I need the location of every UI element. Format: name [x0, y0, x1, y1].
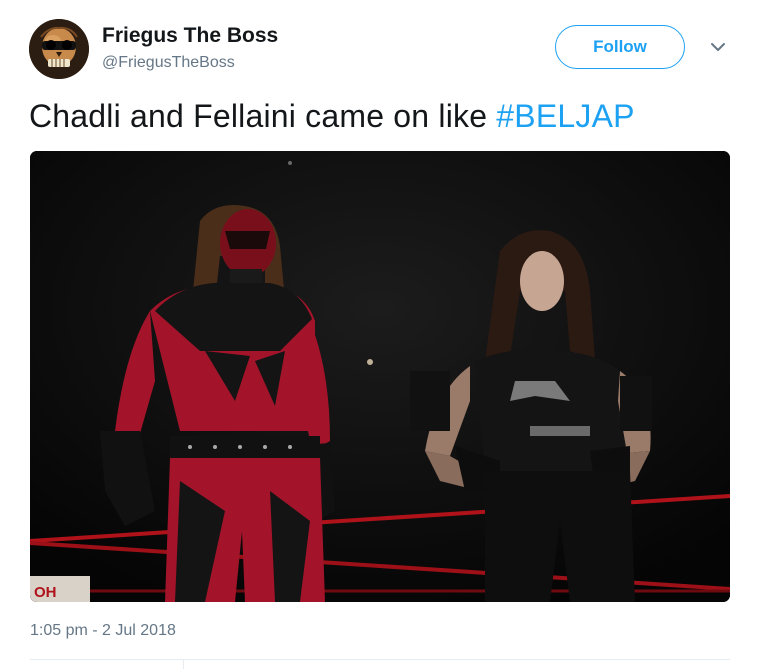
author-avatar[interactable] [29, 19, 89, 79]
tweet-timestamp[interactable]: 1:05 pm - 2 Jul 2018 [30, 622, 176, 640]
wrestlers-photo: OH [30, 151, 730, 602]
ring-sign-text: OH [34, 584, 57, 601]
tweet-photo[interactable]: OH [30, 151, 730, 602]
tweet-text-body: Chadli and Fellaini came on like [29, 98, 497, 134]
tweet-text: Chadli and Fellaini came on like #BELJAP [29, 98, 635, 135]
skull-avatar-icon [29, 19, 89, 79]
stats-separator [183, 660, 184, 669]
chevron-down-icon[interactable] [708, 40, 728, 54]
hashtag-link[interactable]: #BELJAP [496, 98, 634, 134]
author-display-name[interactable]: Friegus The Boss [102, 24, 278, 48]
follow-button[interactable]: Follow [555, 25, 685, 69]
tweet-card: Friegus The Boss @FriegusTheBoss Follow … [0, 0, 766, 669]
divider [30, 659, 730, 660]
author-handle[interactable]: @FriegusTheBoss [102, 54, 235, 72]
